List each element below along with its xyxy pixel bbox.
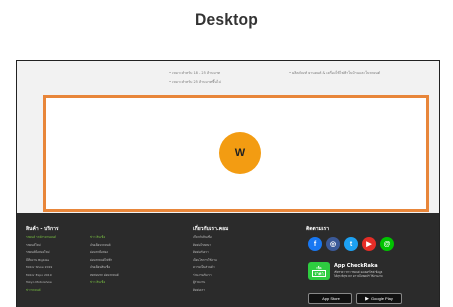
price-bullet[interactable]: • เหมาะสำหรับ 18 - 25 ล้านบาท bbox=[169, 70, 220, 76]
line-icon[interactable]: @ bbox=[380, 237, 394, 251]
footer-link[interactable]: ความเป็นส่วนตัว bbox=[193, 265, 217, 271]
footer-link[interactable]: รถยนต์มือสองใหม่ bbox=[26, 250, 56, 256]
footer-link[interactable]: Motor Expo 2019 bbox=[26, 273, 56, 279]
app-title: App CheckRaka bbox=[334, 263, 378, 269]
app-description-line: ได้ทุก ที่ทุกเวลา ดาวน์โหลดฟรี ใช้งานง่า… bbox=[334, 273, 383, 278]
instagram-icon[interactable]: ◎ bbox=[326, 237, 340, 251]
app-description: เช็คราคา ข่าว รถยนต์ มอเตอร์ไซค์ ข้อมูล … bbox=[334, 270, 383, 278]
social-links: f ◎ t ▶ @ bbox=[308, 237, 394, 251]
app-store-label: App Store bbox=[322, 296, 340, 301]
footer-link[interactable]: ผ่อนรถยนต์ไฟฟ้า bbox=[90, 258, 119, 264]
footer-link[interactable]: ติดต่อเรา bbox=[193, 288, 217, 294]
footer-heading-about: เกี่ยวกับเรา.คอม bbox=[193, 226, 229, 232]
footer-link[interactable]: ข่าว สินเชื่อ bbox=[90, 235, 119, 241]
footer-heading-products: สินค้า - บริการ bbox=[26, 226, 59, 232]
footer-link[interactable]: ข่าวรถยนต์ bbox=[26, 288, 56, 294]
google-play-label: Google Play bbox=[371, 296, 393, 301]
footer-link[interactable]: ผ่อนรถมือสอง bbox=[90, 250, 119, 256]
footer-links-about: เกี่ยวกับสินเชื่อ ติดต่อโฆษณา ติดต่อกับเ… bbox=[193, 235, 217, 293]
footer-link[interactable]: Tokyo Motorshow bbox=[26, 280, 56, 286]
app-logo-bottom-text: ราคา bbox=[312, 269, 326, 277]
footer-link[interactable]: ติดต่อโฆษณา bbox=[193, 243, 217, 249]
footer-link[interactable]: มีทีมงาน Bigbike bbox=[26, 258, 56, 264]
app-logo-icon[interactable]: เช็ค ราคา bbox=[308, 262, 330, 280]
footer-link[interactable]: ข่าว สินเชื่อ bbox=[90, 280, 119, 286]
screenshot-canvas: Desktop • เหมาะสำหรับ 18 - 25 ล้านบาท • … bbox=[0, 0, 453, 307]
footer-link[interactable]: ติดต่อกับเรา bbox=[193, 250, 217, 256]
footer-link[interactable]: ร่วมงานกับเรา bbox=[193, 273, 217, 279]
footer-links-services: ข่าว สินเชื่อ เงินเดือนรถยนต์ ผ่อนรถมือส… bbox=[90, 235, 119, 286]
play-icon: ▶ bbox=[365, 295, 370, 302]
facebook-icon[interactable]: f bbox=[308, 237, 322, 251]
top-content-strip: • เหมาะสำหรับ 18 - 25 ล้านบาท • เหมาะสำห… bbox=[17, 61, 439, 94]
footer-links-products: รถยนต์ รถจักรยานยนต์ รถยนต์ใหม่ รถยนต์มื… bbox=[26, 235, 56, 293]
app-store-button[interactable]: App Store bbox=[308, 293, 352, 304]
footer-link[interactable]: เงินเดือนสินเชื่อ bbox=[90, 265, 119, 271]
youtube-icon[interactable]: ▶ bbox=[362, 237, 376, 251]
google-play-button[interactable]: ▶ Google Play bbox=[356, 293, 402, 304]
footer-link[interactable]: รถยนต์ รถจักรยานยนต์ bbox=[26, 235, 56, 241]
price-bullet[interactable]: • เหมาะสำหรับ 25 ล้านบาทขึ้นไป bbox=[169, 79, 221, 85]
footer-heading-follow: ติดตามเรา bbox=[306, 226, 330, 232]
footer-link[interactable]: ผู้ร่วมงาน bbox=[193, 280, 217, 286]
desktop-preview-frame: • เหมาะสำหรับ 18 - 25 ล้านบาท • เหมาะสำห… bbox=[16, 60, 440, 307]
footer-link[interactable]: เงินเดือนรถยนต์ bbox=[90, 243, 119, 249]
product-bullet[interactable]: • ผลิตภัณฑ์ ยานยนต์ & เครื่องใช้ไฟฟ้าในบ… bbox=[289, 70, 380, 76]
twitter-icon[interactable]: t bbox=[344, 237, 358, 251]
footer-link[interactable]: ทดสอบรถ ผ่อนรถยนต์ bbox=[90, 273, 119, 279]
ad-logo-icon: W bbox=[219, 132, 261, 174]
site-footer: สินค้า - บริการ รถยนต์ รถจักรยานยนต์ รถย… bbox=[17, 213, 439, 307]
footer-link[interactable]: เงื่อนไขการใช้งาน bbox=[193, 258, 217, 264]
footer-link[interactable]: เกี่ยวกับสินเชื่อ bbox=[193, 235, 217, 241]
ad-banner-slot[interactable]: W bbox=[43, 95, 429, 212]
footer-link[interactable]: Motor Show 2019 bbox=[26, 265, 56, 271]
page-heading: Desktop bbox=[194, 10, 258, 29]
footer-link[interactable]: รถยนต์ใหม่ bbox=[26, 243, 56, 249]
